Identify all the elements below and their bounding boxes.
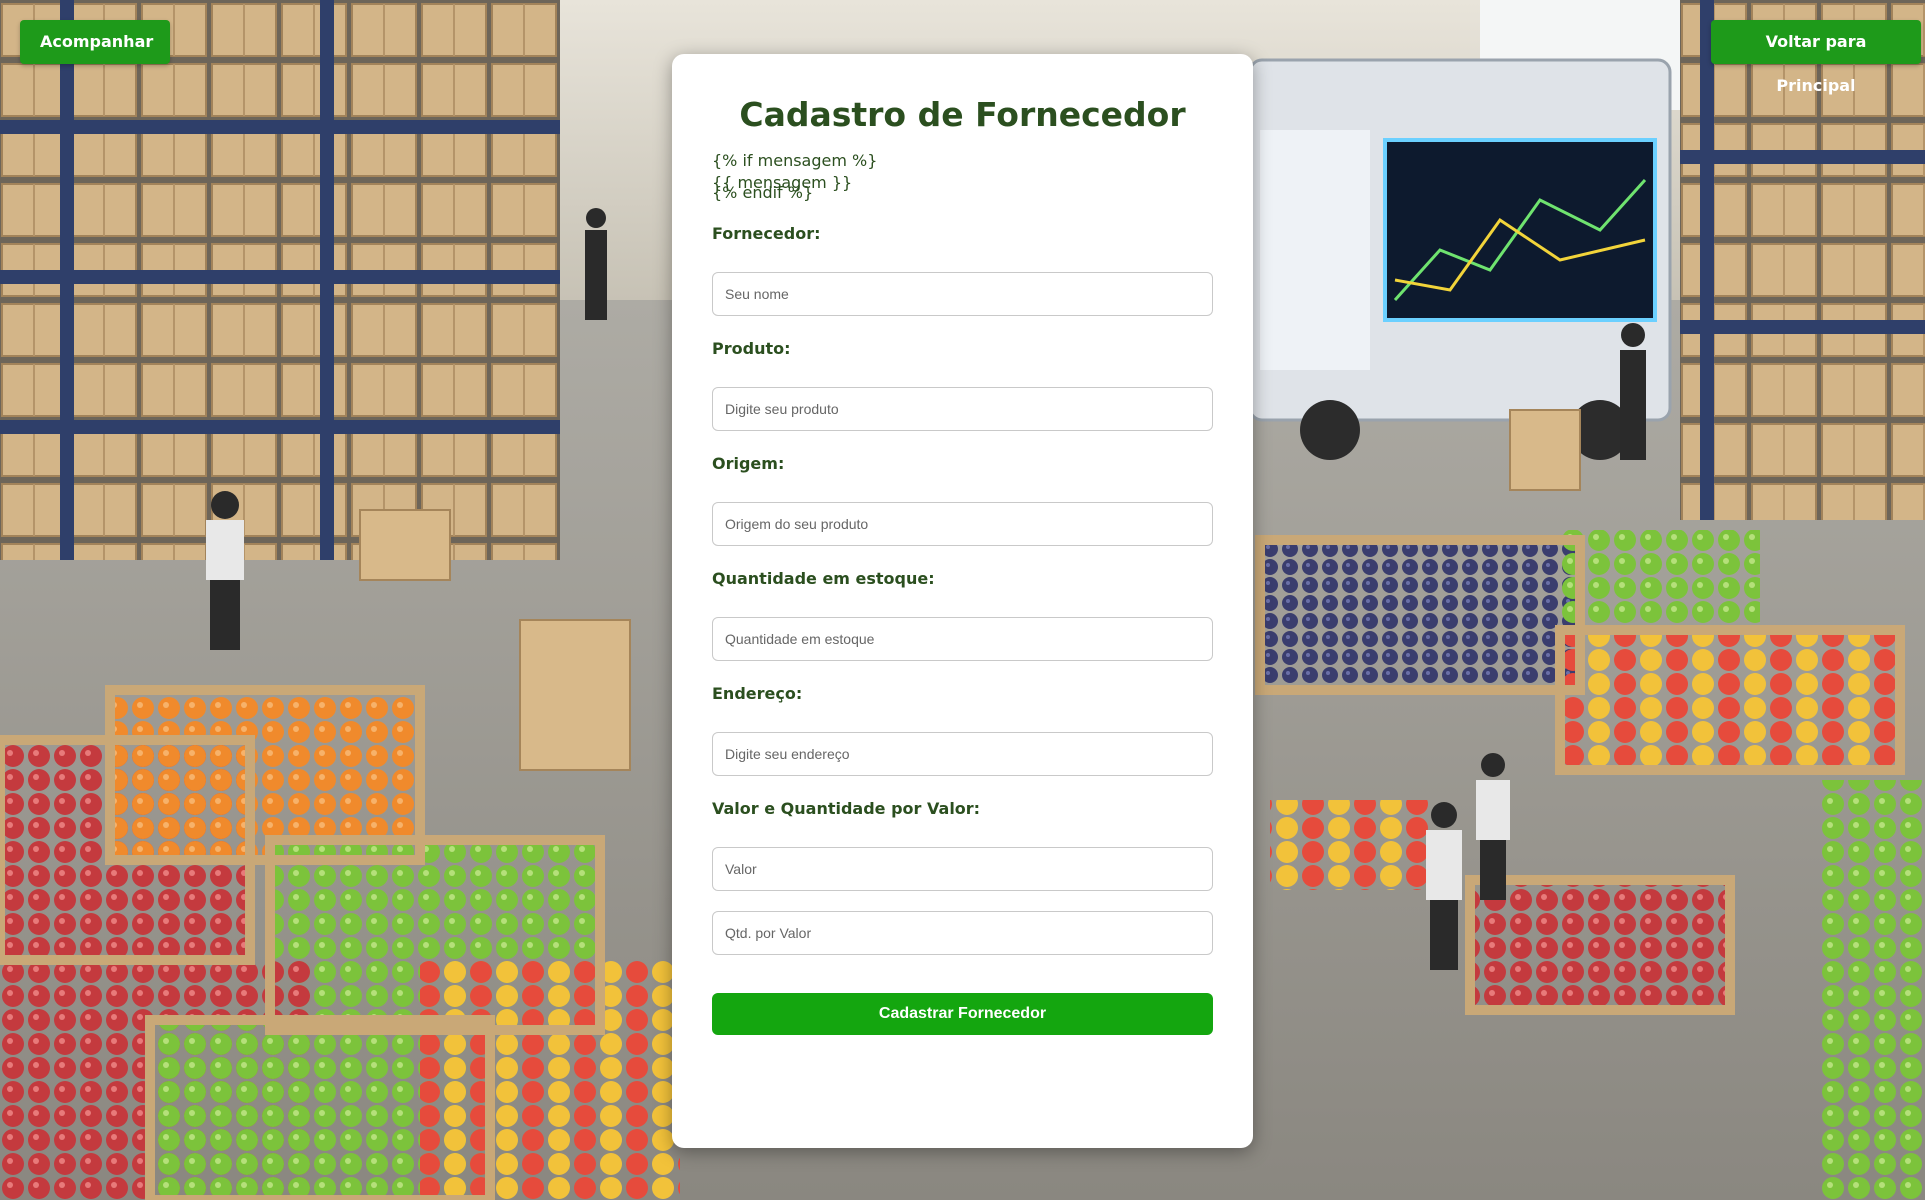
template-message: {% if mensagem %} {{ mensagem }} {% endi… bbox=[712, 150, 1213, 202]
template-line: {% endif %} bbox=[712, 183, 814, 202]
origem-input[interactable] bbox=[712, 502, 1213, 546]
acompanhar-button[interactable]: Acompanhar bbox=[20, 20, 170, 64]
page-title: Cadastro de Fornecedor bbox=[739, 95, 1186, 134]
fornecedor-label: Fornecedor: bbox=[712, 224, 821, 243]
quantidade-estoque-input[interactable] bbox=[712, 617, 1213, 661]
quantidade-estoque-label: Quantidade em estoque: bbox=[712, 569, 935, 588]
cadastrar-fornecedor-button[interactable]: Cadastrar Fornecedor bbox=[712, 993, 1213, 1035]
endereco-label: Endereço: bbox=[712, 684, 803, 703]
valor-input[interactable] bbox=[712, 847, 1213, 891]
voltar-principal-button[interactable]: Voltar para Principal bbox=[1711, 20, 1921, 95]
endereco-input[interactable] bbox=[712, 732, 1213, 776]
qtd-por-valor-input[interactable] bbox=[712, 911, 1213, 955]
valor-quantidade-label: Valor e Quantidade por Valor: bbox=[712, 799, 981, 818]
origem-label: Origem: bbox=[712, 454, 785, 473]
produto-label: Produto: bbox=[712, 339, 791, 358]
fornecedor-input[interactable] bbox=[712, 272, 1213, 316]
template-line: {% if mensagem %} bbox=[712, 151, 878, 170]
supplier-form-card: Cadastro de Fornecedor {% if mensagem %}… bbox=[672, 54, 1253, 1148]
produto-input[interactable] bbox=[712, 387, 1213, 431]
